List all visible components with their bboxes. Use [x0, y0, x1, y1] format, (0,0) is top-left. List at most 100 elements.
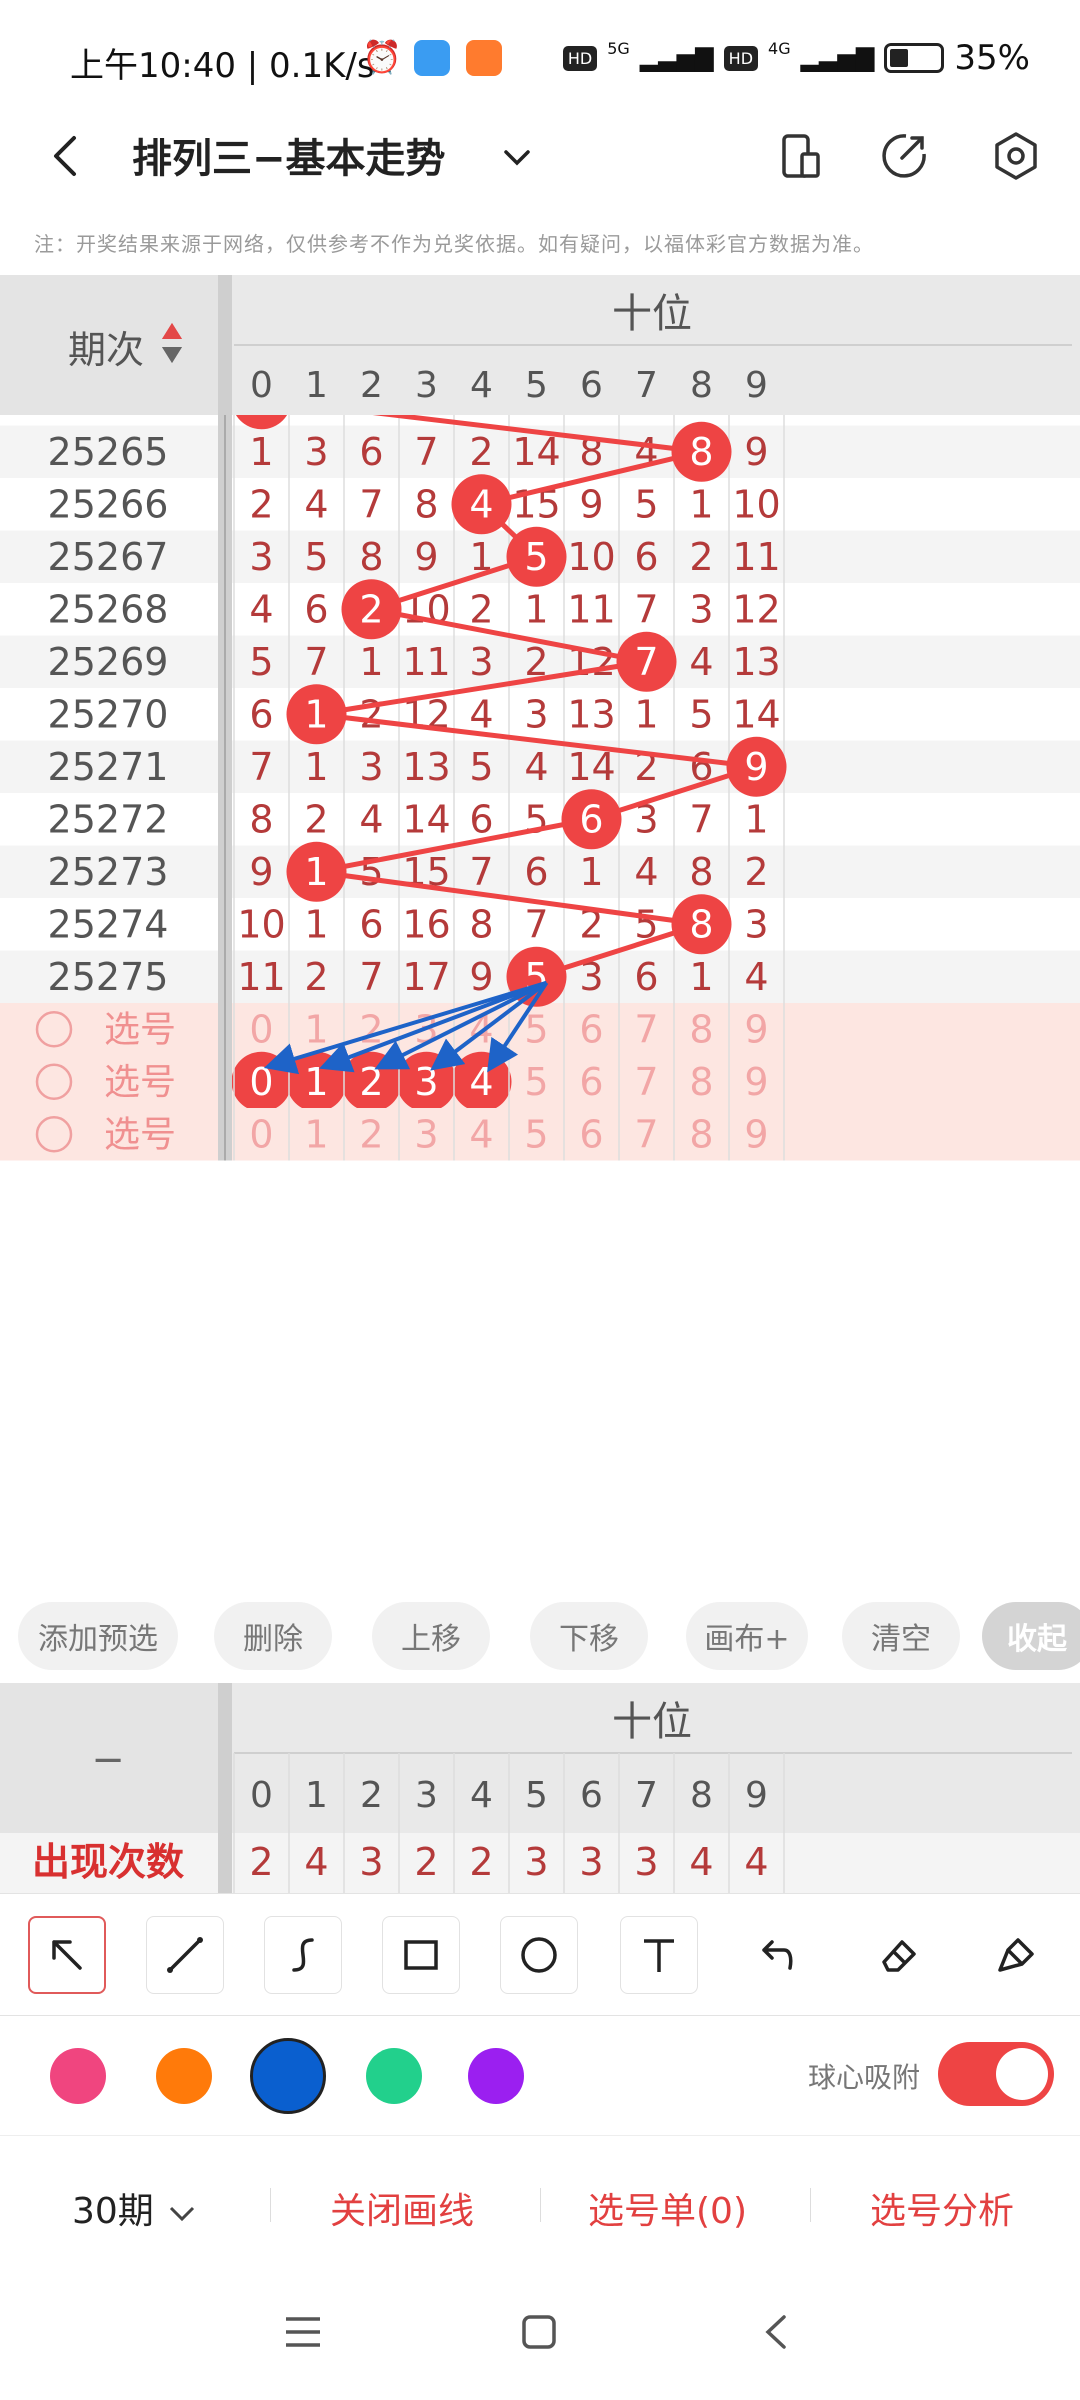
snap-toggle[interactable]: [938, 2042, 1054, 2106]
digit-header: 5: [525, 365, 548, 406]
pick-cell[interactable]: 1: [304, 1060, 328, 1104]
hd-badge: HD: [562, 45, 598, 71]
bottom-bar: 30期 关闭画线 选号单(0) 选号分析: [0, 2135, 1080, 2265]
cell-value: 7: [359, 955, 383, 999]
stats-value: 3: [634, 1840, 658, 1884]
home-icon[interactable]: [516, 2309, 562, 2355]
back-icon[interactable]: [754, 2309, 800, 2355]
clear-brush-icon[interactable]: [976, 1916, 1054, 1994]
settings-icon[interactable]: [988, 128, 1044, 184]
battery-icon: [884, 43, 945, 73]
color-swatch[interactable]: [50, 2048, 106, 2104]
pick-cell[interactable]: 4: [469, 1112, 493, 1156]
stats-value: 2: [249, 1840, 273, 1884]
stats-digit-header: 9: [745, 1775, 768, 1816]
cell-value: 1: [249, 430, 273, 474]
cell-value: 8: [414, 482, 438, 526]
pick-cell[interactable]: 1: [304, 1007, 328, 1051]
pick-list-button[interactable]: 选号单(0): [588, 2182, 747, 2234]
chevron-down-icon[interactable]: [492, 132, 542, 182]
divider: [810, 2188, 811, 2222]
pick-cell[interactable]: 0: [249, 1060, 273, 1104]
color-swatch[interactable]: [250, 2038, 326, 2114]
action-button[interactable]: 删除: [214, 1602, 332, 1670]
cell-value: 5: [524, 797, 548, 841]
pick-cell[interactable]: 9: [744, 1060, 768, 1104]
pick-cell[interactable]: 8: [689, 1007, 713, 1051]
pick-cell[interactable]: 6: [579, 1112, 603, 1156]
cell-value: 2: [469, 587, 493, 631]
select-arrow-icon[interactable]: [28, 1916, 106, 1994]
pick-cell[interactable]: 7: [634, 1007, 658, 1051]
phone-icon[interactable]: [772, 128, 828, 184]
pick-cell[interactable]: 9: [744, 1007, 768, 1051]
stats-value: 4: [744, 1840, 768, 1884]
color-swatch[interactable]: [156, 2048, 212, 2104]
pick-cell[interactable]: 6: [579, 1007, 603, 1051]
cell-value: 5: [249, 640, 273, 684]
pick-cell[interactable]: 7: [634, 1112, 658, 1156]
action-button[interactable]: 收起: [982, 1602, 1080, 1670]
pick-cell[interactable]: 3: [414, 1112, 438, 1156]
pick-cell[interactable]: 5: [524, 1112, 548, 1156]
page-title[interactable]: 排列三−基本走势: [132, 126, 446, 184]
menu-icon[interactable]: [280, 2309, 326, 2355]
hit-ball-label: 6: [579, 797, 603, 841]
cell-value: 11: [567, 587, 615, 631]
cell-value: 7: [634, 587, 658, 631]
pick-cell[interactable]: 8: [689, 1060, 713, 1104]
cell-value: 13: [732, 640, 780, 684]
share-icon[interactable]: [876, 128, 932, 184]
pick-cell[interactable]: 5: [524, 1060, 548, 1104]
stats-position-header: 十位: [612, 1699, 692, 1745]
action-button[interactable]: 上移: [372, 1602, 490, 1670]
snap-label: 球心吸附: [808, 2061, 921, 2094]
cell-value: 1: [304, 745, 328, 789]
pick-cell[interactable]: 2: [359, 1060, 383, 1104]
close-lines-button[interactable]: 关闭画线: [330, 2182, 474, 2234]
hit-ball-label: 9: [744, 745, 768, 789]
issue-number: 25273: [48, 850, 169, 894]
color-palette: 球心吸附: [0, 2015, 1080, 2135]
rectangle-icon[interactable]: [382, 1916, 460, 1994]
pick-cell[interactable]: 0: [249, 1112, 273, 1156]
stats-value: 3: [359, 1840, 383, 1884]
pick-cell[interactable]: 3: [414, 1060, 438, 1104]
action-button[interactable]: 下移: [530, 1602, 648, 1670]
text-icon[interactable]: [620, 1916, 698, 1994]
action-button[interactable]: 添加预选: [18, 1602, 178, 1670]
pick-cell[interactable]: 1: [304, 1112, 328, 1156]
shop-notification-icon: [466, 40, 502, 76]
pick-cell[interactable]: 4: [469, 1060, 493, 1104]
undo-icon[interactable]: [738, 1916, 816, 1994]
cell-value: 2: [689, 535, 713, 579]
period-selector[interactable]: 30期: [72, 2182, 199, 2234]
hit-ball-label: 7: [634, 640, 658, 684]
cell-value: 10: [732, 482, 780, 526]
pick-cell[interactable]: 2: [359, 1112, 383, 1156]
eraser-icon[interactable]: [858, 1916, 936, 1994]
color-swatch[interactable]: [468, 2048, 524, 2104]
cell-value: 2: [359, 692, 383, 736]
pick-cell[interactable]: 7: [634, 1060, 658, 1104]
pick-cell[interactable]: 8: [689, 1112, 713, 1156]
cell-value: 2: [249, 482, 273, 526]
action-button[interactable]: 画布+: [686, 1602, 808, 1670]
signal-4g-icon: 4G: [768, 38, 791, 58]
cell-value: 6: [634, 955, 658, 999]
pick-cell[interactable]: 6: [579, 1060, 603, 1104]
digit-header: 4: [470, 365, 493, 406]
pick-cell[interactable]: 0: [249, 1007, 273, 1051]
pick-cell[interactable]: 9: [744, 1112, 768, 1156]
action-button[interactable]: 清空: [842, 1602, 960, 1670]
curve-icon[interactable]: [264, 1916, 342, 1994]
stats-corner: −: [91, 1737, 125, 1783]
pick-analysis-button[interactable]: 选号分析: [870, 2182, 1014, 2234]
color-swatch[interactable]: [366, 2048, 422, 2104]
line-icon[interactable]: [146, 1916, 224, 1994]
drawing-toolbar: [0, 1893, 1080, 2015]
issue-number: 25272: [48, 797, 169, 841]
back-arrow-icon[interactable]: [38, 128, 94, 184]
circle-icon[interactable]: [500, 1916, 578, 1994]
signal-bars-icon-2: ▂▃▅▇: [800, 44, 875, 72]
